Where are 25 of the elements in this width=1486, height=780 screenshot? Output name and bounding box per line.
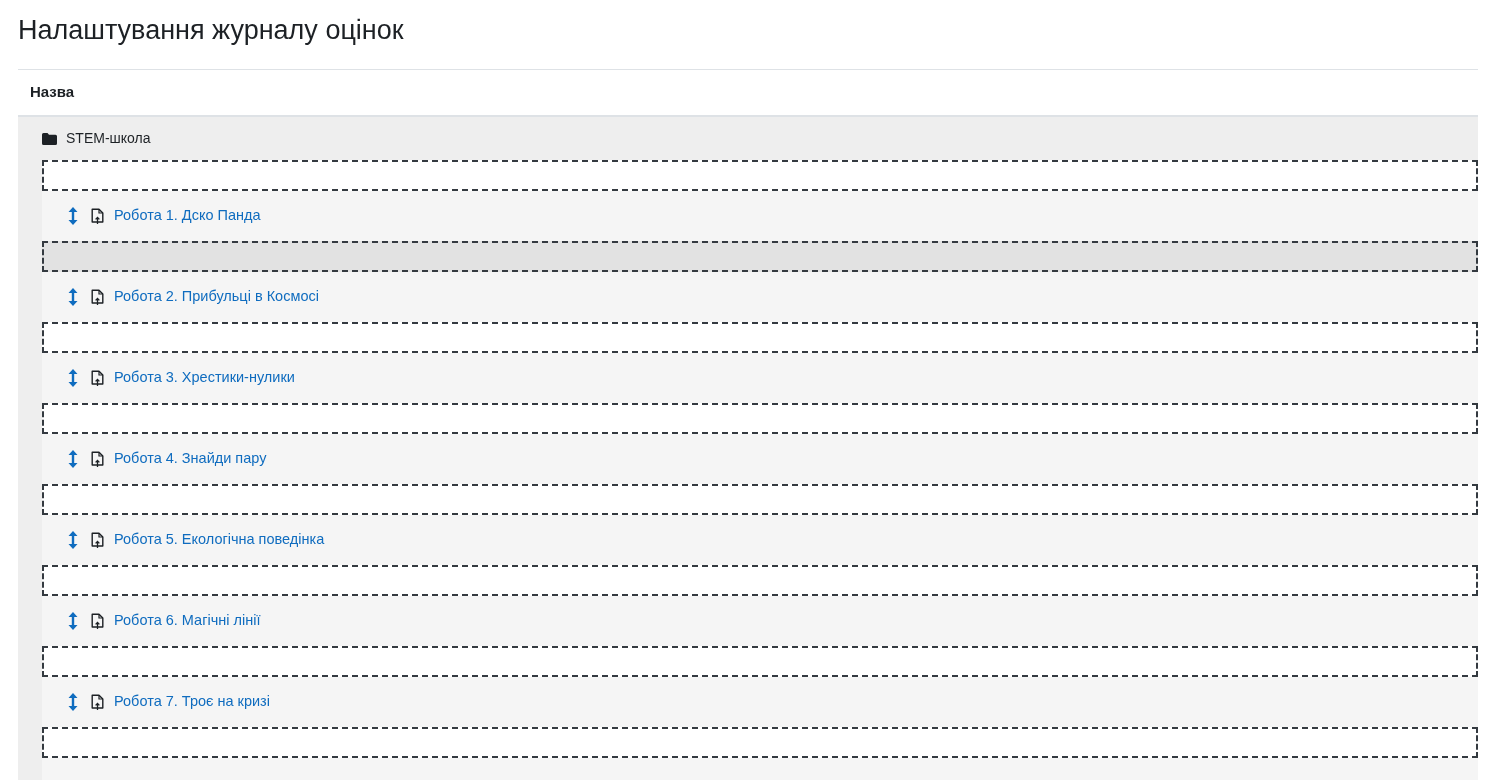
move-icon[interactable]	[68, 369, 78, 387]
column-header: Назва	[30, 82, 75, 103]
grade-item-link[interactable]: Робота 1. Дско Панда	[114, 205, 261, 227]
move-icon[interactable]	[68, 612, 78, 630]
document-arrow-icon	[91, 451, 104, 467]
grade-item-link[interactable]: Робота 5. Екологічна поведінка	[114, 529, 325, 551]
category-name: STEM-школа	[66, 129, 151, 148]
document-arrow-icon	[91, 694, 104, 710]
folder-icon	[42, 132, 57, 145]
move-icon[interactable]	[68, 693, 78, 711]
document-arrow-icon	[91, 370, 104, 386]
move-icon[interactable]	[68, 450, 78, 468]
grade-item-link[interactable]: Робота 6. Магічні лінії	[114, 610, 261, 632]
document-arrow-icon	[91, 532, 104, 548]
document-arrow-icon	[91, 613, 104, 629]
move-icon[interactable]	[68, 288, 78, 306]
page-title: Налаштування журналу оцінок	[18, 14, 404, 47]
grade-item-link[interactable]: Робота 3. Хрестики-нулики	[114, 367, 295, 389]
grade-item-link[interactable]: Робота 7. Троє на кризі	[114, 691, 270, 713]
move-icon[interactable]	[68, 207, 78, 225]
grade-item-link[interactable]: Робота 4. Знайди пару	[114, 448, 267, 470]
document-arrow-icon	[91, 208, 104, 224]
document-arrow-icon	[91, 289, 104, 305]
grade-item-link[interactable]: Робота 2. Прибульці в Космосі	[114, 286, 319, 308]
move-icon[interactable]	[68, 531, 78, 549]
